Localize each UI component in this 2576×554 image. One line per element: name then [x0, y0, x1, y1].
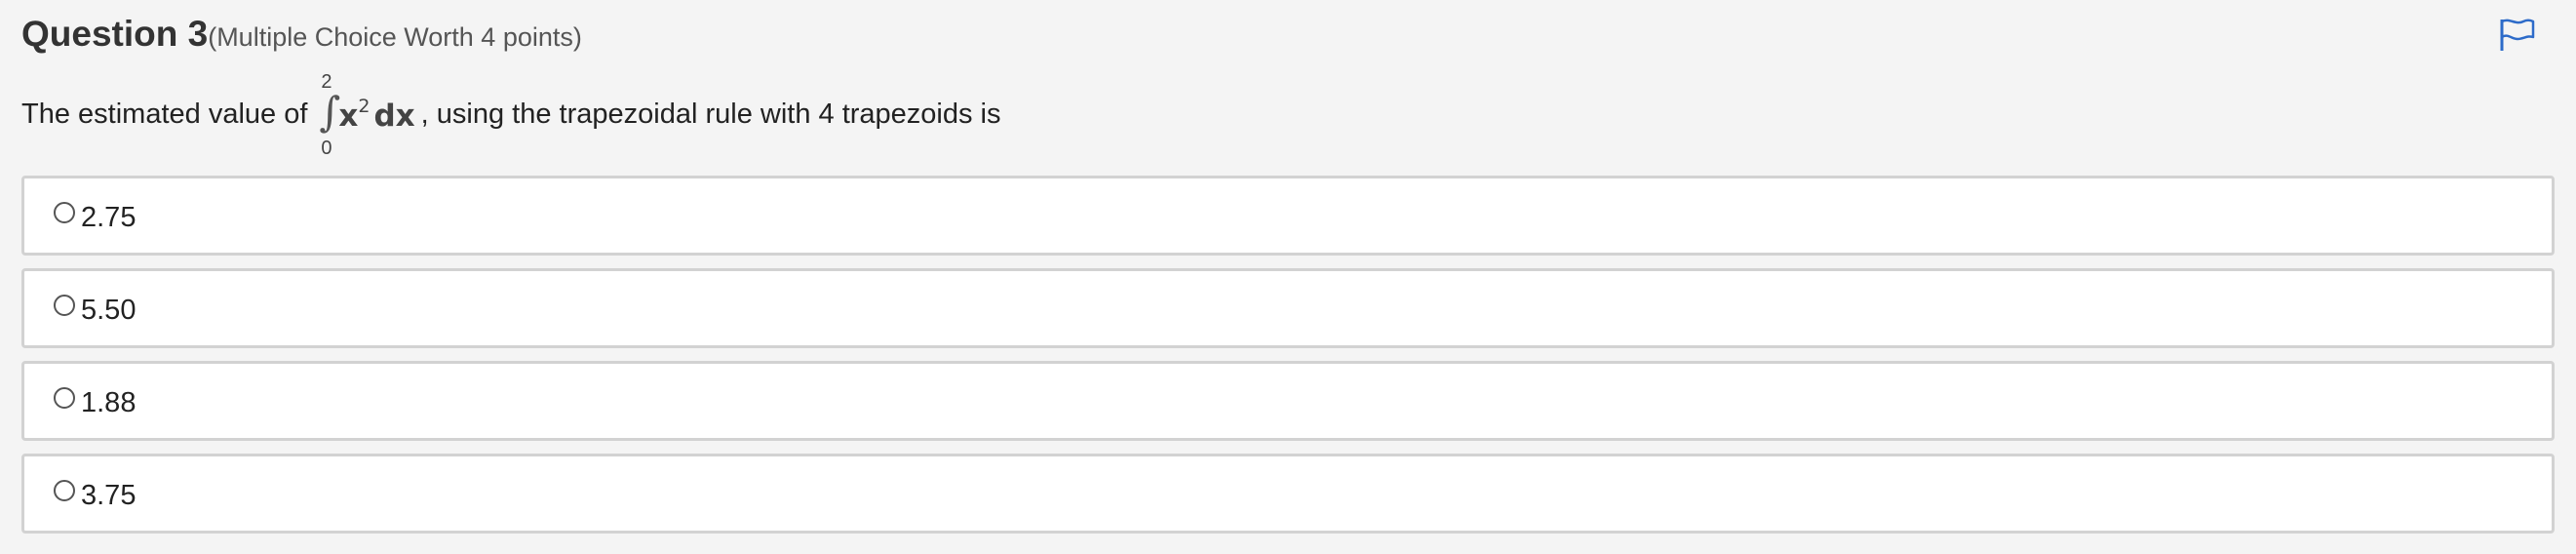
answer-option[interactable]: 5.50	[21, 268, 2555, 348]
flag-icon[interactable]	[2498, 18, 2537, 53]
answer-option-label: 5.50	[81, 294, 137, 326]
answer-option-label: 3.75	[81, 479, 137, 511]
prompt-text-after: , using the trapezoidal rule with 4 trap…	[420, 98, 1001, 130]
question-title: Question 3	[21, 14, 209, 54]
answer-option-label: 2.75	[81, 201, 137, 233]
integrand-base: x	[338, 98, 359, 134]
integrand-differential: dx	[373, 98, 415, 134]
integrand-exponent: 2	[358, 95, 371, 117]
question-points: (Multiple Choice Worth 4 points)	[208, 22, 582, 52]
radio-button[interactable]	[54, 295, 75, 316]
question-header: Question 3 (Multiple Choice Worth 4 poin…	[21, 14, 582, 55]
integrand: x2 dx	[338, 96, 414, 134]
answer-option[interactable]: 2.75	[21, 176, 2555, 256]
integral-symbol: 2 ∫ 0	[317, 70, 340, 159]
question-prompt: The estimated value of 2 ∫ 0 x2 dx , usin…	[21, 70, 1001, 158]
radio-button[interactable]	[54, 387, 75, 409]
answer-option[interactable]: 3.75	[21, 454, 2555, 534]
integral-lower-limit: 0	[321, 138, 332, 159]
radio-button[interactable]	[54, 480, 75, 501]
answer-options: 2.75 5.50 1.88 3.75	[21, 176, 2555, 546]
integral-expression: 2 ∫ 0 x2 dx	[317, 70, 414, 158]
integral-sign: ∫	[319, 88, 341, 136]
prompt-text-before: The estimated value of	[21, 98, 308, 130]
radio-button[interactable]	[54, 202, 75, 223]
answer-option-label: 1.88	[81, 386, 137, 418]
answer-option[interactable]: 1.88	[21, 361, 2555, 441]
